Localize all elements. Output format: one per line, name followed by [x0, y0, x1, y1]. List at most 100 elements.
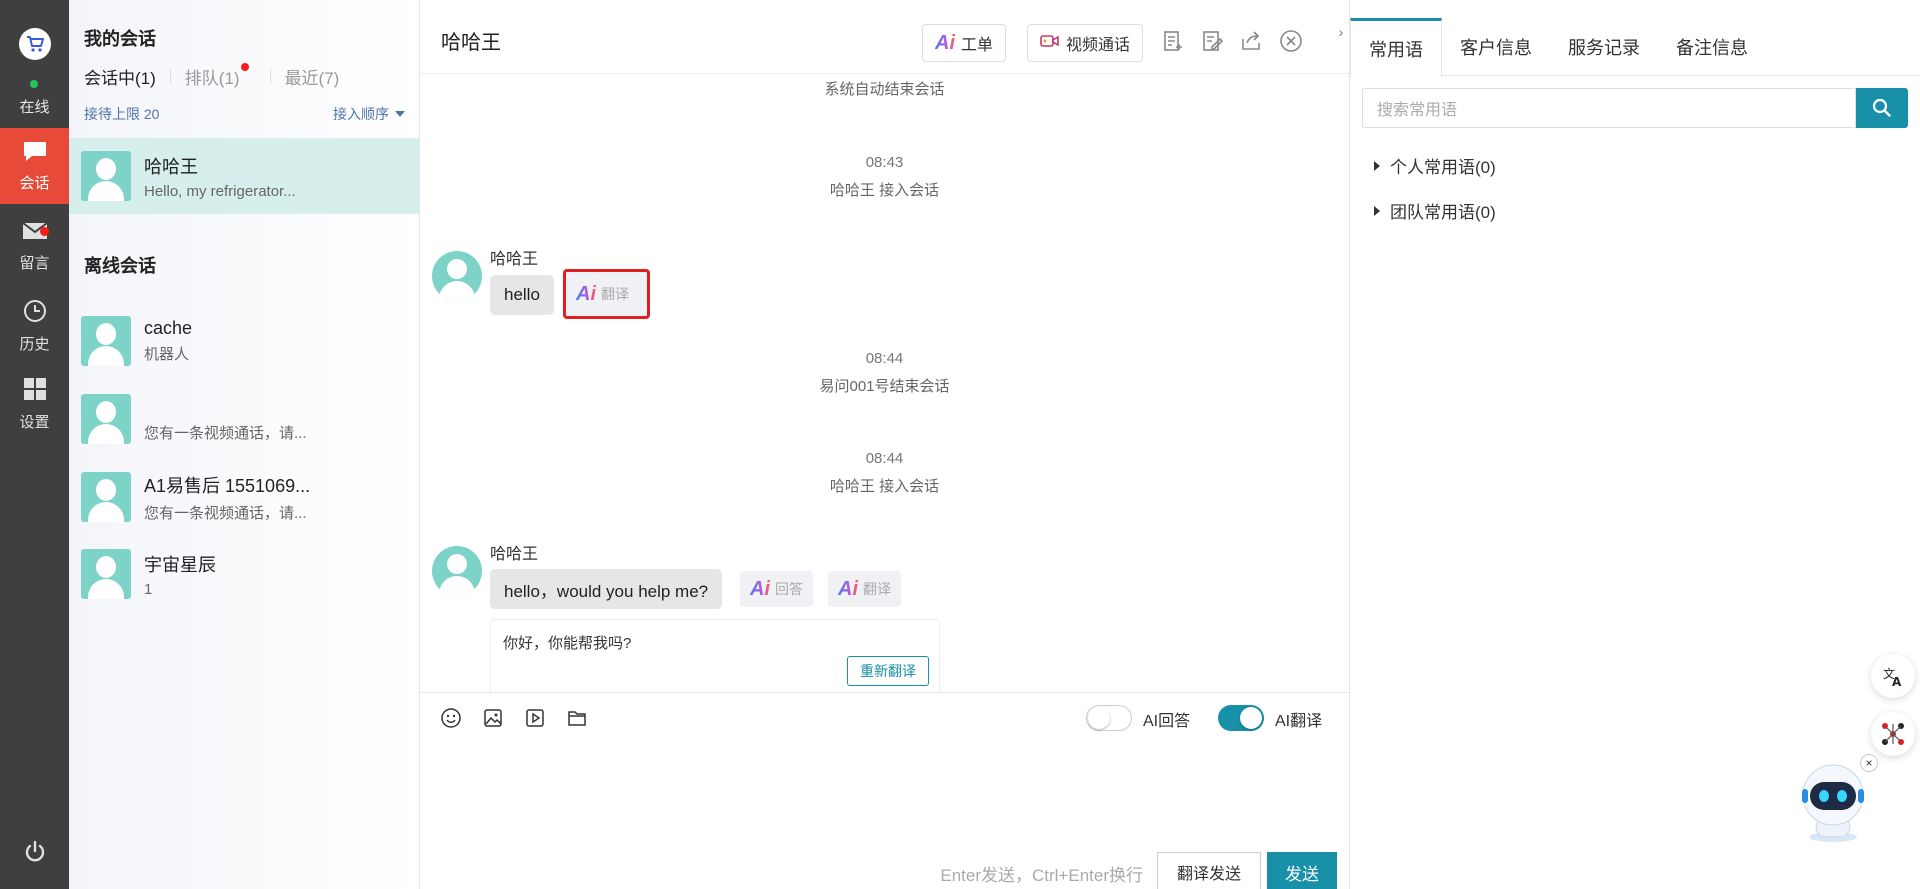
tab-in-session[interactable]: 会话中(1): [84, 64, 156, 89]
rail-item-history[interactable]: 历史: [0, 288, 69, 364]
edit-icon[interactable]: [1199, 28, 1225, 54]
video-call-button[interactable]: 视频通话: [1027, 24, 1144, 62]
close-icon[interactable]: ×: [1860, 754, 1878, 772]
avatar: [81, 472, 131, 522]
ai-logo-icon: Ai: [576, 283, 596, 305]
ai-logo-icon: Ai: [935, 32, 955, 54]
conversation-name: cache: [144, 318, 193, 338]
network-float-icon[interactable]: [1871, 712, 1915, 756]
conversation-name: 宇宙星辰: [144, 554, 216, 575]
system-message: 哈哈王 接入会话: [829, 478, 940, 495]
ai-translate-label: 翻译: [863, 581, 891, 597]
tab-customer-info[interactable]: 客户信息: [1442, 18, 1550, 76]
list-item[interactable]: A1易售后 1551069... 您有一条视频通话，请...: [69, 459, 420, 535]
message-timestamp: 08:44: [865, 450, 904, 467]
ai-translate-button[interactable]: Ai 翻译: [563, 269, 650, 319]
avatar: [432, 546, 482, 596]
chat-title: 哈哈王: [441, 32, 501, 54]
tab-notes[interactable]: 备注信息: [1658, 18, 1766, 76]
session-list: 我的会话 会话中(1) 排队(1) 最近(7) 接待上限 20 接入顺序 哈哈王…: [69, 0, 420, 889]
svg-text:A: A: [1892, 675, 1902, 688]
message-bubble: hello，would you help me?: [490, 569, 723, 609]
search-icon: [1872, 98, 1891, 117]
power-icon[interactable]: [0, 840, 69, 864]
caret-right-icon: [1374, 160, 1380, 171]
video-file-icon[interactable]: [522, 705, 548, 731]
tab-queue[interactable]: 排队(1): [184, 63, 249, 89]
message-bubble: hello: [490, 275, 554, 315]
translate-float-icon[interactable]: 文A: [1871, 654, 1915, 698]
list-item[interactable]: 宇宙星辰 1: [69, 536, 420, 612]
video-camera-icon: [1040, 33, 1060, 54]
session-tabs: 会话中(1) 排队(1) 最近(7): [84, 63, 340, 89]
retranslate-button[interactable]: 重新翻译: [847, 656, 929, 686]
ai-reply-label: 回答: [775, 581, 803, 597]
quick-reply-group-team[interactable]: 团队常用语(0): [1374, 198, 1496, 223]
message-composer: AI回答 AI翻译 Enter发送，Ctrl+Enter换行 翻译发送 发送: [420, 692, 1349, 889]
system-message: 哈哈王 接入会话: [829, 182, 940, 199]
ai-translate-button[interactable]: Ai 翻译: [828, 571, 901, 607]
chevron-right-icon[interactable]: ›: [1333, 22, 1349, 42]
list-item[interactable]: 您有一条视频通话，请...: [69, 381, 420, 457]
rail-item-chat[interactable]: 会话: [0, 128, 69, 204]
conversation-name: 哈哈王: [144, 156, 198, 177]
tab-divider: [269, 69, 271, 84]
conversation-item-active[interactable]: 哈哈王 Hello, my refrigerator...: [69, 138, 420, 214]
tab-divider: [169, 69, 171, 84]
avatar: [81, 549, 131, 599]
ticket-button-label: 工单: [961, 37, 994, 54]
emoji-icon[interactable]: [438, 705, 464, 731]
ai-logo-icon: Ai: [750, 578, 770, 600]
conversation-preview: 您有一条视频通话，请...: [144, 424, 307, 442]
rail-item-settings[interactable]: 设置: [0, 366, 69, 442]
unread-badge: [40, 227, 49, 236]
rail-item-messages[interactable]: 留言: [0, 208, 69, 284]
sessions-title: 我的会话: [84, 29, 156, 49]
chat-header: 哈哈王 Ai 工单 视频通话: [420, 0, 1349, 74]
close-circle-icon[interactable]: [1278, 28, 1304, 54]
add-note-icon[interactable]: [1160, 28, 1186, 54]
avatar: [81, 394, 131, 444]
rail-item-label: 留言: [19, 254, 50, 272]
image-icon[interactable]: [480, 705, 506, 731]
send-button[interactable]: 发送: [1267, 852, 1337, 889]
tab-quick-replies[interactable]: 常用语: [1350, 18, 1442, 77]
translation-text: 你好，你能帮我吗?: [503, 635, 632, 652]
shortcut-hint: Enter发送，Ctrl+Enter换行: [940, 866, 1143, 885]
tab-service-records[interactable]: 服务记录: [1550, 18, 1658, 76]
list-item[interactable]: cache 机器人: [69, 303, 420, 379]
caret-right-icon: [1374, 205, 1380, 216]
sort-order-dropdown[interactable]: 接入顺序: [333, 104, 405, 124]
avatar: [432, 251, 482, 301]
message-list[interactable]: 系统自动结束会话 08:43 哈哈王 接入会话 哈哈王 hello Ai 翻译 …: [420, 74, 1349, 692]
quick-reply-search-input[interactable]: 搜索常用语: [1362, 88, 1856, 128]
translate-send-button[interactable]: 翻译发送: [1157, 852, 1261, 889]
offline-sessions-title: 离线会话: [84, 256, 156, 276]
toggle-knob: [1240, 707, 1262, 729]
message-timestamp: 08:43: [865, 154, 904, 171]
message-sender: 哈哈王: [490, 251, 539, 268]
folder-icon[interactable]: [564, 705, 590, 731]
tab-recent[interactable]: 最近(7): [285, 64, 340, 89]
online-status-label[interactable]: 在线: [0, 96, 69, 117]
rail-item-label: 设置: [19, 413, 50, 431]
ai-reply-toggle[interactable]: [1086, 705, 1132, 731]
quick-reply-group-personal[interactable]: 个人常用语(0): [1374, 153, 1496, 178]
share-icon[interactable]: [1238, 28, 1264, 54]
ai-translate-label: 翻译: [601, 286, 629, 302]
chevron-down-icon: [395, 111, 405, 117]
left-rail: 在线 会话 留言 历史 设置: [0, 0, 69, 889]
ai-reply-button[interactable]: Ai 回答: [740, 571, 813, 607]
message-timestamp: 08:44: [865, 350, 904, 367]
reception-limit: 接待上限 20: [84, 106, 160, 122]
rail-item-label: 会话: [19, 174, 50, 192]
ticket-button[interactable]: Ai 工单: [922, 24, 1007, 62]
cart-logo-icon[interactable]: [19, 28, 51, 60]
ai-translate-toggle[interactable]: [1218, 705, 1264, 731]
search-button[interactable]: [1856, 88, 1908, 128]
tab-queue-label: 排队(1): [184, 69, 240, 88]
chat-panel: 哈哈王 Ai 工单 视频通话 系统自动结束会话 08:43 哈哈王 接入会话 哈: [420, 0, 1349, 889]
avatar: [81, 316, 131, 366]
conversation-name: A1易售后 1551069...: [144, 475, 311, 496]
message-sender: 哈哈王: [490, 546, 539, 563]
